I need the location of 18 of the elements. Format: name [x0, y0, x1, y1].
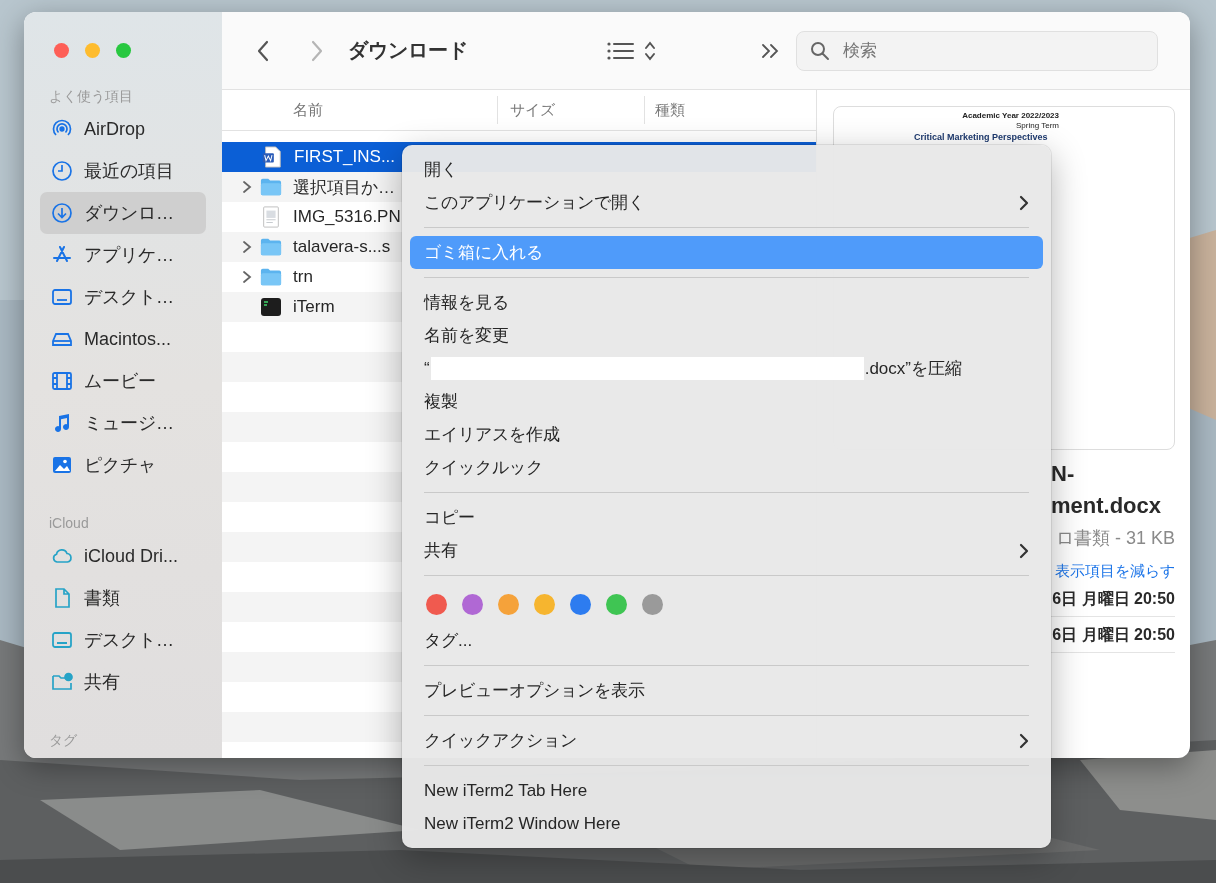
- thumbnail-text: Critical Marketing Perspectives: [914, 132, 1048, 142]
- sidebar-section-header: iCloud: [48, 514, 90, 533]
- file-name: talavera-s...s: [293, 237, 391, 257]
- file-name: IMG_5316.PN: [293, 207, 401, 227]
- menu-item-text: .docx”を圧縮: [864, 358, 962, 380]
- window-title: ダウンロード: [348, 38, 469, 63]
- thumbnail-text: Academic Year 2022/2023: [962, 111, 1059, 120]
- sidebar-section-header: タグ: [48, 731, 78, 750]
- file-name: FIRST_INS...: [294, 147, 396, 167]
- file-title: N-: [1051, 460, 1076, 488]
- thumbnail-text: Spring Term: [1016, 121, 1059, 130]
- sidebar-section-header: よく使う項目: [48, 87, 134, 106]
- file-kind-size: ロ書類 - 31 KB: [1055, 527, 1175, 550]
- file-name: 選択項目か…: [293, 176, 395, 199]
- menu-item-text: “: [424, 358, 430, 379]
- file-name: iTerm: [293, 297, 335, 317]
- file-name: trn: [293, 267, 313, 287]
- file-title: ment.docx: [1051, 492, 1163, 520]
